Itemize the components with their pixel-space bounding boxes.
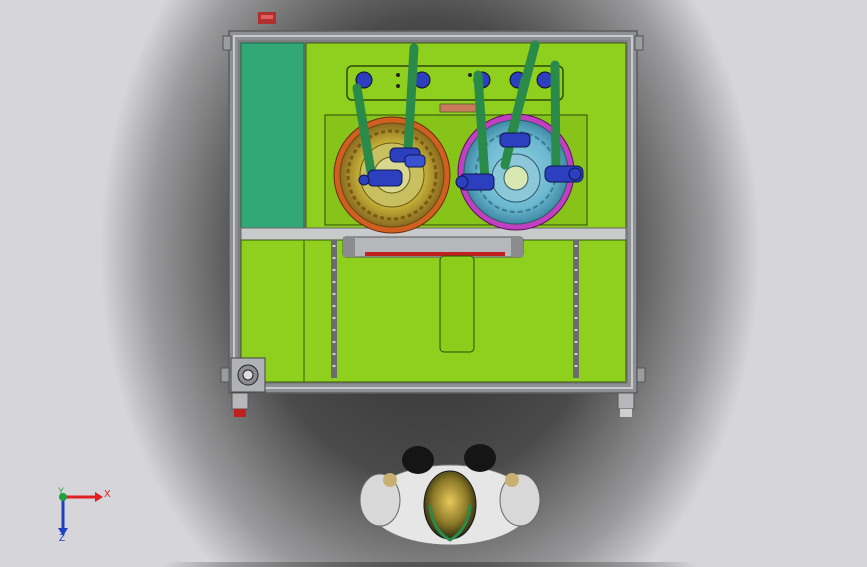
frame-bolt: [222, 35, 232, 51]
bearing-block[interactable]: [230, 357, 266, 393]
linear-cylinder[interactable]: [342, 236, 524, 258]
leveling-foot: [617, 392, 635, 410]
triad-z-label: Z: [59, 533, 65, 544]
leveling-foot-pad: [620, 409, 632, 417]
clamp-block[interactable]: [439, 103, 477, 113]
guide-rail-right[interactable]: [573, 240, 579, 378]
triad-x-label: X: [104, 489, 111, 500]
slide-carriage[interactable]: [439, 255, 475, 353]
frame-bolt: [634, 35, 644, 51]
frame-bolt: [220, 367, 230, 383]
frame-bolt: [636, 367, 646, 383]
leveling-foot: [231, 392, 249, 410]
axis-triad: X Y Z: [58, 486, 111, 544]
cad-viewport[interactable]: X Y Z: [0, 0, 867, 562]
side-panel[interactable]: [240, 42, 305, 229]
triad-y-label: Y: [58, 486, 64, 496]
top-connector[interactable]: [258, 12, 276, 24]
leveling-foot-pad: [234, 409, 246, 417]
guide-rail-left[interactable]: [331, 240, 337, 378]
human-figure-icon: [359, 444, 541, 546]
model-canvas[interactable]: X Y Z: [0, 0, 867, 562]
